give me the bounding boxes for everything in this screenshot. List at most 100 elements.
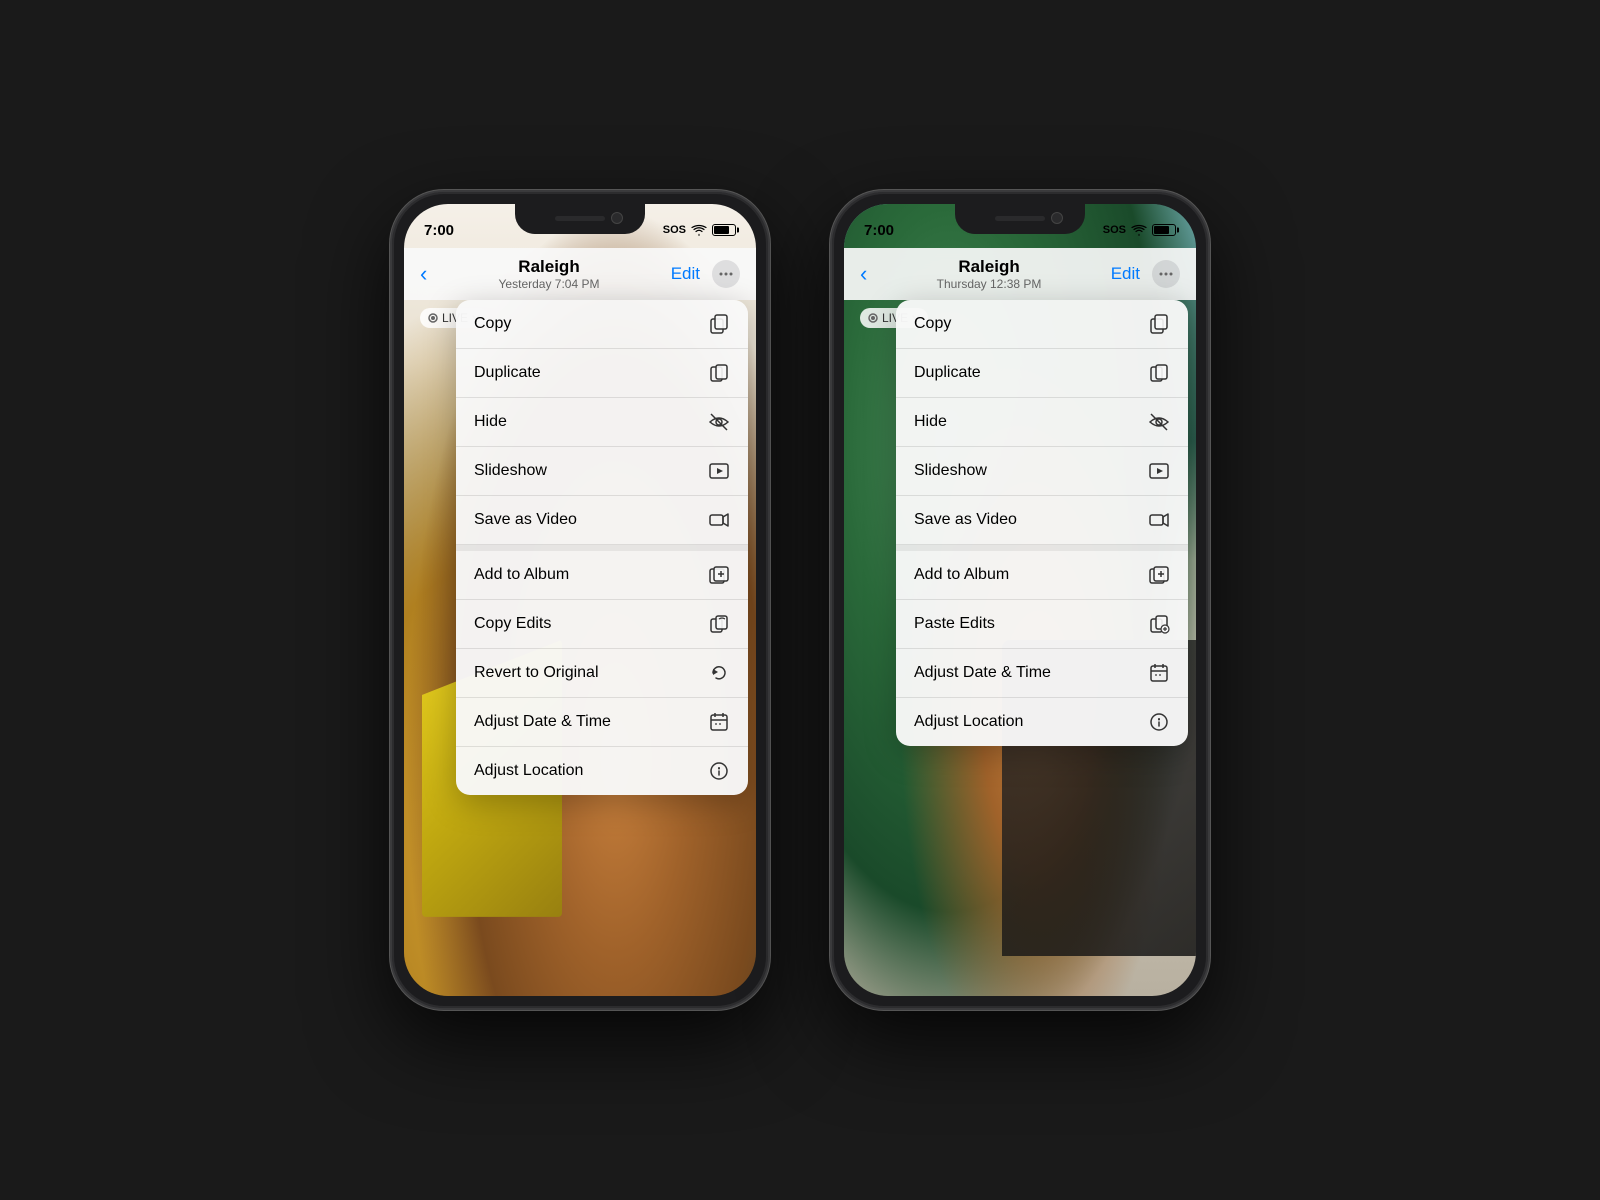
battery-icon-right — [1152, 224, 1176, 236]
menu-item-slideshow-left[interactable]: Slideshow — [456, 447, 748, 496]
slideshow-icon-right — [1148, 460, 1170, 482]
menu-label-addalbum-right: Add to Album — [914, 566, 1009, 584]
slideshow-icon-left — [708, 460, 730, 482]
menu-label-savevideo-left: Save as Video — [474, 511, 577, 529]
sos-label-left: SOS — [663, 224, 686, 236]
menu-item-copyedits-left[interactable]: Copy Edits — [456, 600, 748, 649]
duplicate-icon-left — [708, 362, 730, 384]
phone-frame-right: 7:00 SOS ‹ Ral — [830, 190, 1210, 1010]
menu-label-addalbum-left: Add to Album — [474, 566, 569, 584]
live-circle-icon-left — [428, 313, 438, 323]
menu-label-duplicate-left: Duplicate — [474, 364, 541, 382]
edit-button-left[interactable]: Edit — [671, 264, 700, 284]
menu-label-location-left: Adjust Location — [474, 762, 583, 780]
menu-item-hide-right[interactable]: Hide — [896, 398, 1188, 447]
menu-label-pasteedits-right: Paste Edits — [914, 615, 995, 633]
location-icon-left — [708, 760, 730, 782]
menu-item-addalbum-right[interactable]: Add to Album — [896, 551, 1188, 600]
edit-button-right[interactable]: Edit — [1111, 264, 1140, 284]
status-time-left: 7:00 — [424, 222, 454, 239]
battery-icon-left — [712, 224, 736, 236]
ellipsis-icon-left — [719, 272, 733, 276]
menu-label-copy-right: Copy — [914, 315, 951, 333]
pasteedits-icon-right — [1148, 613, 1170, 635]
menu-item-revert-left[interactable]: Revert to Original — [456, 649, 748, 698]
context-menu-right: Copy Duplicate Hide — [896, 300, 1188, 746]
phone-screen-left: 7:00 SOS ‹ — [404, 204, 756, 996]
speaker-left — [555, 216, 605, 221]
menu-item-pasteedits-right[interactable]: Paste Edits — [896, 600, 1188, 649]
menu-item-savevideo-right[interactable]: Save as Video — [896, 496, 1188, 545]
menu-item-hide-left[interactable]: Hide — [456, 398, 748, 447]
more-button-left[interactable] — [712, 260, 740, 288]
nav-title-right: Raleigh — [937, 257, 1042, 277]
live-circle-icon-right — [868, 313, 878, 323]
nav-bar-left: ‹ Raleigh Yesterday 7:04 PM Edit — [404, 248, 756, 300]
addalbum-icon-right — [1148, 564, 1170, 586]
menu-label-datetime-left: Adjust Date & Time — [474, 713, 611, 731]
context-menu-left: Copy Duplicate Hide — [456, 300, 748, 795]
hide-icon-right — [1148, 411, 1170, 433]
hide-icon-left — [708, 411, 730, 433]
nav-subtitle-left: Yesterday 7:04 PM — [499, 277, 600, 291]
phone-right: 7:00 SOS ‹ Ral — [830, 190, 1210, 1010]
phone-left: 7:00 SOS ‹ — [390, 190, 770, 1010]
battery-fill-right — [1154, 226, 1169, 234]
status-time-right: 7:00 — [864, 222, 894, 239]
datetime-icon-right — [1148, 662, 1170, 684]
back-button-left[interactable]: ‹ — [420, 261, 427, 287]
menu-item-duplicate-left[interactable]: Duplicate — [456, 349, 748, 398]
menu-label-copy-left: Copy — [474, 315, 511, 333]
video-icon-left — [708, 509, 730, 531]
menu-item-savevideo-left[interactable]: Save as Video — [456, 496, 748, 545]
copy-icon-right — [1148, 313, 1170, 335]
menu-label-hide-left: Hide — [474, 413, 507, 431]
nav-right-right: Edit — [1111, 260, 1180, 288]
ellipsis-icon-right — [1159, 272, 1173, 276]
wifi-icon-left — [691, 224, 707, 236]
menu-label-slideshow-right: Slideshow — [914, 462, 987, 480]
menu-item-location-left[interactable]: Adjust Location — [456, 747, 748, 795]
phone-screen-right: 7:00 SOS ‹ Ral — [844, 204, 1196, 996]
menu-item-datetime-left[interactable]: Adjust Date & Time — [456, 698, 748, 747]
menu-label-copyedits-left: Copy Edits — [474, 615, 551, 633]
nav-title-left: Raleigh — [499, 257, 600, 277]
menu-item-duplicate-right[interactable]: Duplicate — [896, 349, 1188, 398]
menu-label-revert-left: Revert to Original — [474, 664, 599, 682]
battery-fill-left — [714, 226, 729, 234]
nav-center-right: Raleigh Thursday 12:38 PM — [937, 257, 1042, 291]
video-icon-right — [1148, 509, 1170, 531]
menu-item-addalbum-left[interactable]: Add to Album — [456, 551, 748, 600]
menu-label-savevideo-right: Save as Video — [914, 511, 1017, 529]
copy-icon-left — [708, 313, 730, 335]
menu-item-copy-left[interactable]: Copy — [456, 300, 748, 349]
status-icons-left: SOS — [663, 224, 736, 236]
duplicate-icon-right — [1148, 362, 1170, 384]
notch-right — [955, 204, 1085, 234]
revert-icon-left — [708, 662, 730, 684]
menu-item-datetime-right[interactable]: Adjust Date & Time — [896, 649, 1188, 698]
notch-left — [515, 204, 645, 234]
datetime-icon-left — [708, 711, 730, 733]
phone-frame-left: 7:00 SOS ‹ — [390, 190, 770, 1010]
front-camera-left — [611, 212, 623, 224]
nav-bar-right: ‹ Raleigh Thursday 12:38 PM Edit — [844, 248, 1196, 300]
copyedits-icon-left — [708, 613, 730, 635]
menu-item-location-right[interactable]: Adjust Location — [896, 698, 1188, 746]
menu-label-location-right: Adjust Location — [914, 713, 1023, 731]
speaker-right — [995, 216, 1045, 221]
nav-subtitle-right: Thursday 12:38 PM — [937, 277, 1042, 291]
addalbum-icon-left — [708, 564, 730, 586]
menu-label-duplicate-right: Duplicate — [914, 364, 981, 382]
menu-label-slideshow-left: Slideshow — [474, 462, 547, 480]
menu-label-hide-right: Hide — [914, 413, 947, 431]
sos-label-right: SOS — [1103, 224, 1126, 236]
nav-center-left: Raleigh Yesterday 7:04 PM — [499, 257, 600, 291]
wifi-icon-right — [1131, 224, 1147, 236]
menu-item-slideshow-right[interactable]: Slideshow — [896, 447, 1188, 496]
front-camera-right — [1051, 212, 1063, 224]
menu-item-copy-right[interactable]: Copy — [896, 300, 1188, 349]
status-icons-right: SOS — [1103, 224, 1176, 236]
more-button-right[interactable] — [1152, 260, 1180, 288]
back-button-right[interactable]: ‹ — [860, 261, 867, 287]
